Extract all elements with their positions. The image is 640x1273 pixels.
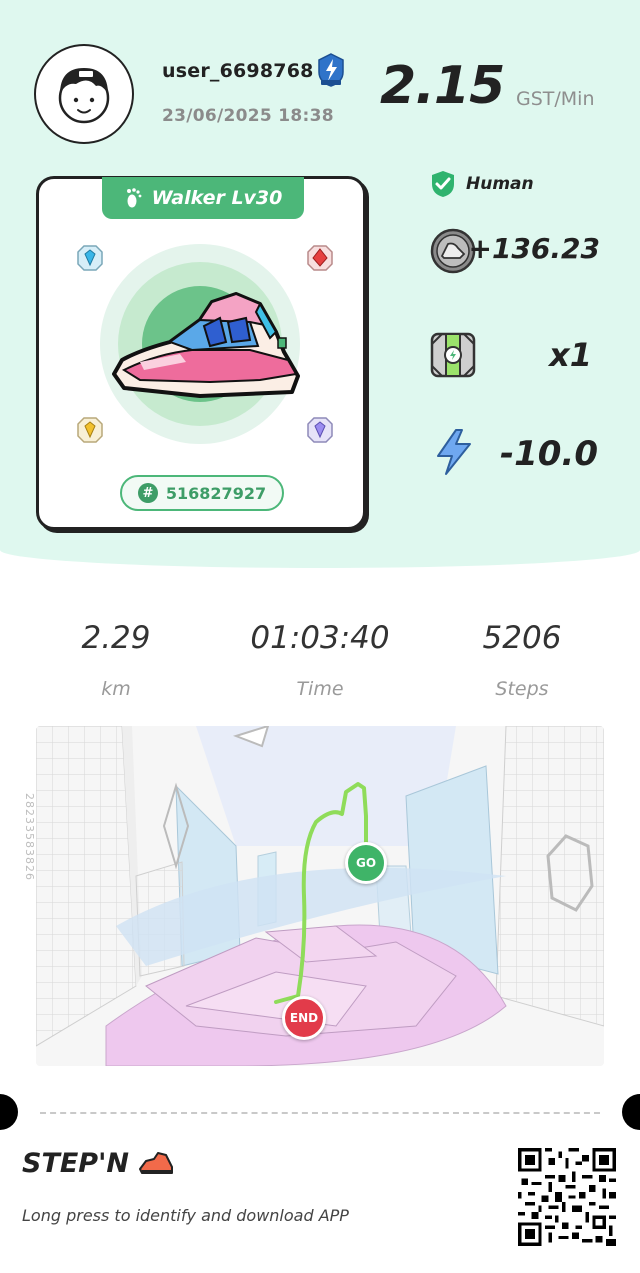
- sneaker-image: [100, 244, 300, 444]
- earning-rate-unit: GST/Min: [516, 88, 595, 110]
- end-label: END: [289, 1011, 319, 1025]
- mystery-box-icon: [430, 332, 476, 378]
- route-map[interactable]: GO END: [36, 726, 604, 1066]
- dashed-divider: [40, 1112, 600, 1114]
- sneaker-id-pill[interactable]: # 516827927: [120, 475, 284, 511]
- gst-earned-value: +136.23: [468, 232, 600, 265]
- sneaker-logo-icon: [139, 1152, 174, 1174]
- time-label: Time: [296, 678, 344, 700]
- run-datetime: 23/06/2025 18:38: [162, 106, 334, 126]
- metric-distance: 2.29 km: [16, 620, 216, 700]
- human-verified: Human: [430, 170, 534, 198]
- time-value: 01:03:40: [250, 620, 390, 656]
- multiplier-value: x1: [549, 336, 592, 374]
- metric-steps: 5206 Steps: [422, 620, 622, 700]
- sneaker-level-label: Walker Lv30: [151, 187, 283, 209]
- metric-time: 01:03:40 Time: [220, 620, 420, 700]
- energy-value: -10.0: [500, 434, 598, 474]
- hash-icon: #: [137, 483, 158, 503]
- steps-value: 5206: [482, 620, 562, 656]
- steps-label: Steps: [495, 678, 549, 700]
- sneaker-id: 516827927: [165, 483, 267, 503]
- brand-text: STEP'N: [22, 1148, 129, 1179]
- route-start-marker[interactable]: GO: [345, 842, 387, 884]
- earning-rate-value: 2.15: [380, 56, 505, 116]
- left-notch: [0, 1094, 18, 1130]
- red-gem-icon[interactable]: [306, 244, 334, 272]
- start-label: GO: [355, 856, 377, 870]
- energy-bolt-icon: [437, 429, 471, 475]
- qr-code[interactable]: [518, 1148, 616, 1246]
- lightning-shield-badge-icon: [316, 52, 346, 88]
- right-notch: [622, 1094, 640, 1130]
- purple-gem-icon[interactable]: [306, 416, 334, 444]
- sneaker-level-tab: Walker Lv30: [102, 177, 304, 219]
- person-avatar-icon: [58, 68, 110, 124]
- stepn-logo: STEP'N: [22, 1148, 174, 1179]
- route-end-marker[interactable]: END: [282, 996, 326, 1040]
- username: user_6698768: [162, 60, 314, 82]
- distance-label: km: [101, 678, 131, 700]
- shield-check-icon: [432, 171, 454, 197]
- distance-value: 2.29: [81, 620, 151, 656]
- download-cta: Long press to identify and download APP: [22, 1206, 349, 1225]
- avatar[interactable]: [34, 44, 134, 144]
- footprint-icon: [126, 188, 142, 208]
- side-code-text: 28233583826: [23, 793, 36, 881]
- human-label: Human: [466, 174, 534, 194]
